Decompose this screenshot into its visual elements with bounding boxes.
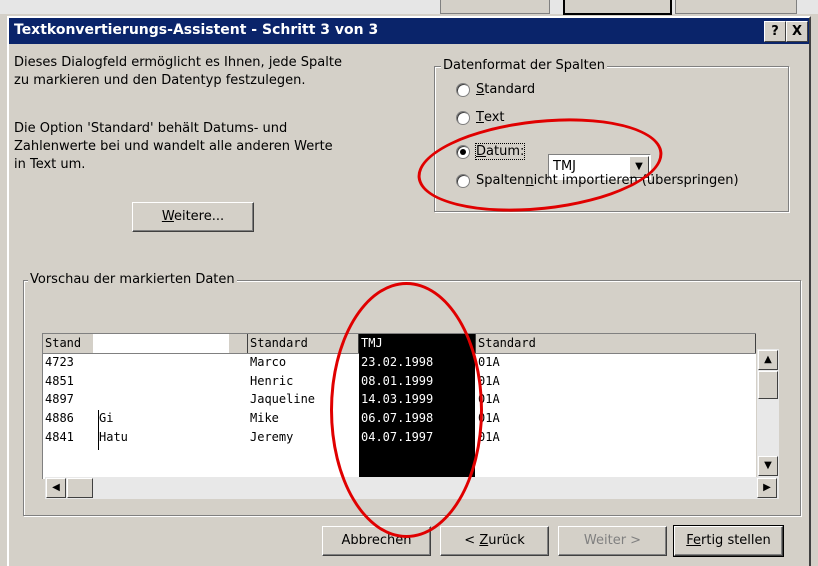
- cell: 01A: [478, 392, 500, 406]
- cell: 01A: [478, 374, 500, 388]
- background-strip: [0, 0, 818, 15]
- radio-standard[interactable]: Standard: [456, 82, 535, 97]
- radio-datum-circle: [456, 144, 470, 159]
- column-header: Standard: [478, 336, 536, 350]
- horizontal-scrollbar[interactable]: ◀ ▶: [45, 477, 779, 499]
- background-button: [563, 0, 672, 15]
- radio-standard-circle: [456, 82, 470, 97]
- date-format-value: TMJ: [553, 159, 576, 174]
- cell: Gi: [99, 411, 114, 425]
- close-button[interactable]: X: [786, 21, 808, 42]
- cell: 23.02.1998: [361, 355, 434, 369]
- redaction-block: [100, 354, 247, 409]
- dialog-title: Textkonvertierungs-Assistent - Schritt 3…: [14, 22, 379, 38]
- radio-skip-column[interactable]: Spalten n icht importieren (überspringen): [456, 173, 739, 188]
- cell: 4897: [45, 392, 74, 406]
- preview-legend: Vorschau der markierten Daten: [28, 272, 237, 287]
- cell: 01A: [478, 355, 500, 369]
- next-button[interactable]: Weiter >: [558, 526, 667, 556]
- cell: Jaqueline: [250, 392, 316, 406]
- text-import-wizard-dialog: Textkonvertierungs-Assistent - Schritt 3…: [7, 16, 811, 566]
- weitere-button[interactable]: Weitere...: [132, 202, 254, 232]
- cell: 01A: [478, 411, 500, 425]
- scroll-right-icon[interactable]: ▶: [757, 478, 777, 498]
- cell: 4851: [45, 374, 74, 388]
- cell: 04.07.1997: [361, 430, 434, 444]
- data-preview-grid[interactable]: Stand 4723 4851 4897 4886 4841 Gi Hatu S…: [42, 333, 756, 479]
- cell: Marco: [250, 355, 287, 369]
- back-button[interactable]: < Zurück: [440, 526, 549, 556]
- cell: 4723: [45, 355, 74, 369]
- background-button: [440, 0, 550, 14]
- preview-column-2[interactable]: Standard Marco Henric Jaqueline Mike Jer…: [248, 334, 358, 479]
- cell: 14.03.1999: [361, 392, 434, 406]
- column-header: Stand: [45, 336, 82, 350]
- scroll-down-icon[interactable]: ▼: [758, 456, 778, 476]
- description-text-1: Dieses Dialogfeld ermöglicht es Ihnen, j…: [14, 55, 342, 88]
- cell: Henric: [250, 374, 294, 388]
- cell: Jeremy: [250, 430, 294, 444]
- cell: 4886: [45, 411, 74, 425]
- vertical-scrollbar[interactable]: ▲ ▼: [757, 349, 779, 478]
- scroll-left-icon[interactable]: ◀: [46, 478, 66, 498]
- cell: 4841: [45, 430, 74, 444]
- scroll-up-icon[interactable]: ▲: [758, 350, 778, 370]
- cell: 08.01.1999: [361, 374, 434, 388]
- cell: 01A: [478, 430, 500, 444]
- title-bar: Textkonvertierungs-Assistent - Schritt 3…: [9, 18, 809, 44]
- radio-datum[interactable]: Datum:: [456, 143, 526, 160]
- radio-skip-circle: [456, 173, 470, 188]
- cell: 06.07.1998: [361, 411, 434, 425]
- redaction-block: [93, 334, 229, 353]
- scroll-thumb[interactable]: [758, 371, 778, 399]
- column-divider: [98, 410, 99, 450]
- cell: Hatu: [99, 430, 128, 444]
- description-text-2: Die Option 'Standard' behält Datums- und…: [14, 121, 333, 172]
- column-header: TMJ: [361, 336, 383, 350]
- radio-text-circle: [456, 110, 470, 125]
- column-format-legend: Datenformat der Spalten: [441, 58, 607, 73]
- cancel-button[interactable]: Abbrechen: [322, 526, 431, 556]
- finish-button[interactable]: Fertig stellen: [673, 525, 784, 557]
- preview-column-4[interactable]: Standard 01A 01A 01A 01A 01A: [476, 334, 755, 479]
- help-button[interactable]: ?: [764, 21, 786, 42]
- cell: Mike: [250, 411, 279, 425]
- preview-column-3-selected[interactable]: TMJ 23.02.1998 08.01.1999 14.03.1999 06.…: [359, 334, 475, 479]
- scroll-thumb[interactable]: [67, 478, 93, 498]
- radio-datum-label: Datum:: [474, 143, 526, 160]
- radio-text[interactable]: Text: [456, 110, 505, 125]
- background-button: [675, 0, 797, 14]
- column-header: Standard: [250, 336, 308, 350]
